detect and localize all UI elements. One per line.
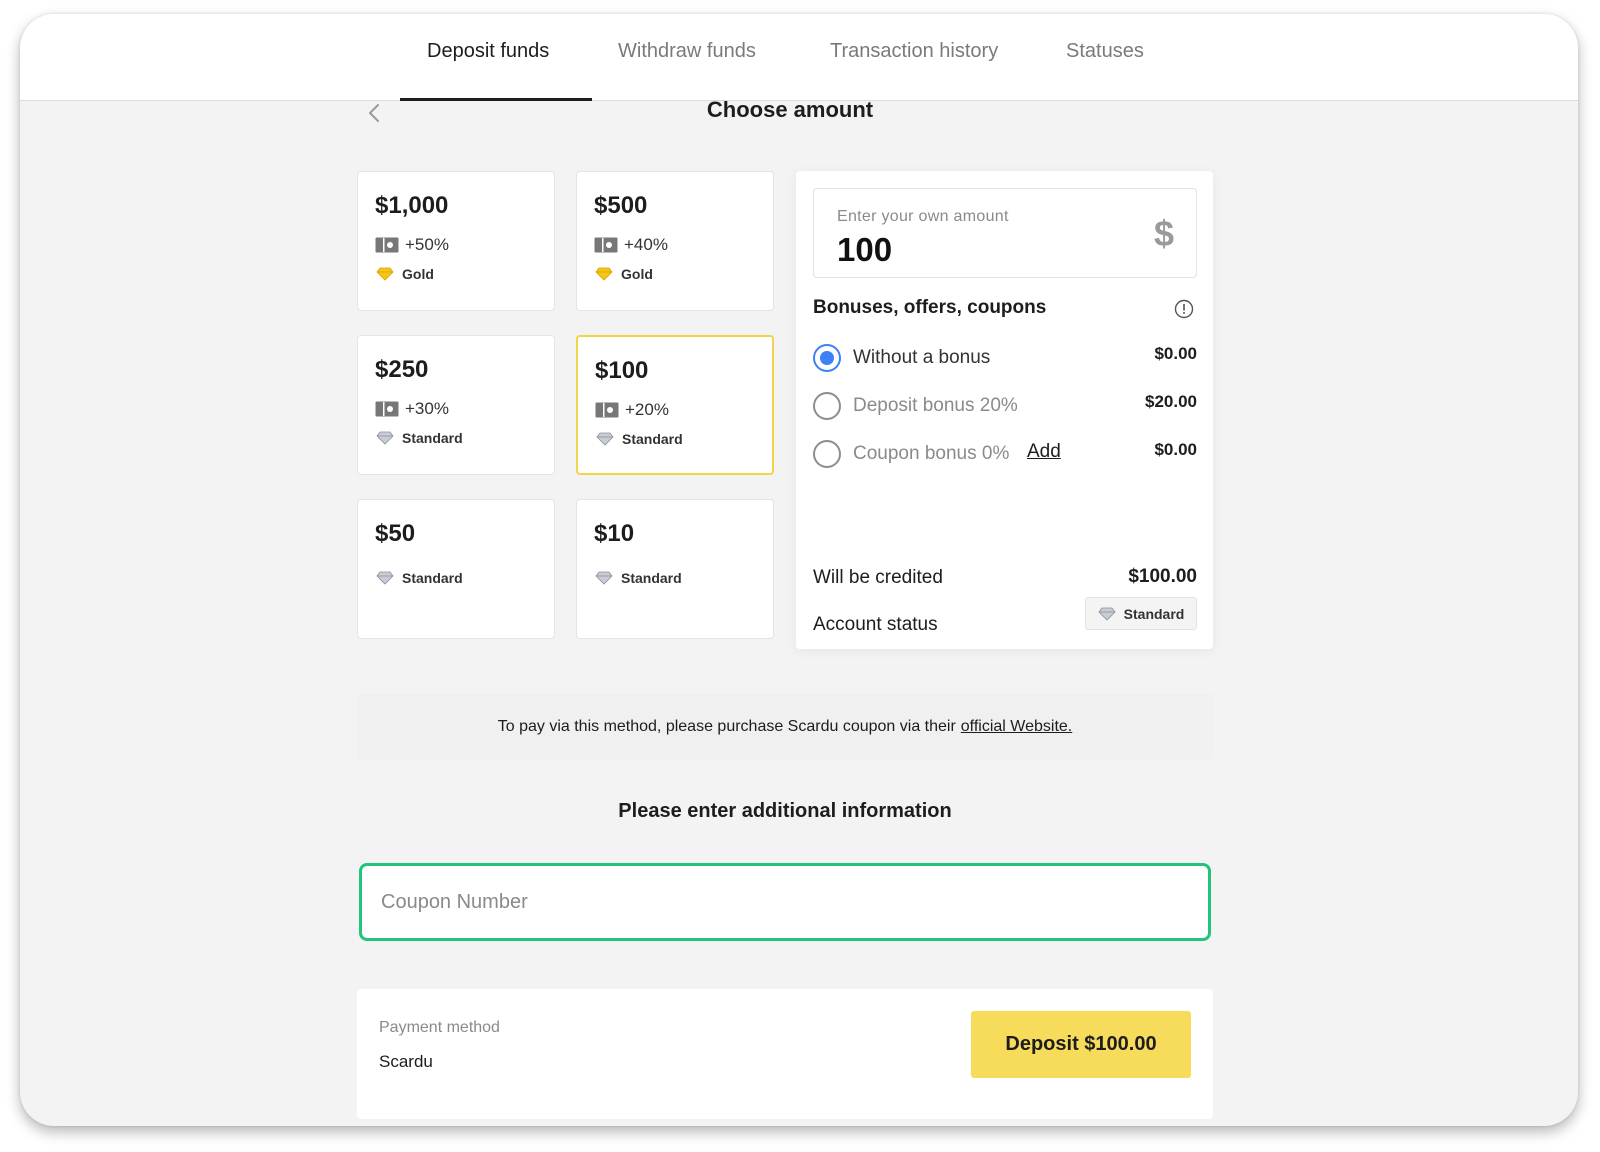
option-value: $0.00 xyxy=(1154,344,1197,363)
card-status: Standard xyxy=(595,570,682,586)
tab-withdraw-funds[interactable]: Withdraw funds xyxy=(618,40,756,63)
amount-card-100[interactable]: $100 +20% Standard xyxy=(576,335,774,475)
amount-card-10[interactable]: $10 Standard xyxy=(576,499,774,639)
option-value: $20.00 xyxy=(1145,392,1197,411)
gold-gem-icon xyxy=(595,267,613,281)
ticket-icon xyxy=(594,237,618,253)
radio-button[interactable] xyxy=(813,440,841,468)
payment-method-label: Payment method xyxy=(379,1019,500,1036)
standard-gem-icon xyxy=(1098,607,1116,621)
bonuses-title: Bonuses, offers, coupons xyxy=(813,297,1047,318)
bonus-panel: Enter your own amount 100 $ Bonuses, off… xyxy=(796,171,1213,649)
card-bonus: +20% xyxy=(595,400,669,420)
ticket-icon xyxy=(595,402,619,418)
notice-text: To pay via this method, please purchase … xyxy=(497,718,956,735)
card-amount: $500 xyxy=(594,192,648,219)
tab-bar: Deposit funds Withdraw funds Transaction… xyxy=(20,14,1578,101)
tab-deposit-funds[interactable]: Deposit funds xyxy=(427,40,549,63)
standard-gem-icon xyxy=(376,571,394,585)
deposit-window: Deposit funds Withdraw funds Transaction… xyxy=(20,14,1578,1126)
payment-notice: To pay via this method, please purchase … xyxy=(357,694,1213,760)
card-amount: $100 xyxy=(595,357,649,384)
account-status-label: Account status xyxy=(813,614,938,635)
additional-info-title: Please enter additional information xyxy=(618,800,952,822)
amount-card-250[interactable]: $250 +30% Standard xyxy=(357,335,555,475)
custom-amount-label: Enter your own amount xyxy=(837,208,1009,225)
option-deposit-bonus[interactable]: Deposit bonus 20% $20.00 xyxy=(813,390,1197,422)
standard-gem-icon xyxy=(596,432,614,446)
dollar-icon: $ xyxy=(1153,213,1174,254)
card-status: Standard xyxy=(376,430,463,446)
deposit-button[interactable]: Deposit $100.00 xyxy=(971,1011,1191,1078)
credited-label: Will be credited xyxy=(813,567,943,588)
payment-method-value: Scardu xyxy=(379,1052,433,1071)
card-bonus: +30% xyxy=(375,399,449,419)
tab-statuses[interactable]: Statuses xyxy=(1066,40,1144,63)
option-label: Coupon bonus 0% xyxy=(853,443,1010,464)
amount-card-1000[interactable]: $1,000 +50% Gold xyxy=(357,171,555,311)
card-status: Gold xyxy=(376,266,434,282)
tab-transaction-history[interactable]: Transaction history xyxy=(830,40,998,63)
card-amount: $250 xyxy=(375,356,429,383)
add-coupon-link[interactable]: Add xyxy=(1027,441,1061,463)
card-amount: $50 xyxy=(375,520,416,547)
standard-gem-icon xyxy=(595,571,613,585)
gold-gem-icon xyxy=(376,267,394,281)
standard-gem-icon xyxy=(376,431,394,445)
amount-card-500[interactable]: $500 +40% Gold xyxy=(576,171,774,311)
option-value: $0.00 xyxy=(1154,440,1197,459)
custom-amount-input[interactable]: Enter your own amount 100 $ xyxy=(813,188,1197,278)
official-website-link[interactable]: official Website. xyxy=(961,718,1072,736)
card-status: Gold xyxy=(595,266,653,282)
option-label: Without a bonus xyxy=(853,347,991,368)
custom-amount-value: 100 xyxy=(837,231,893,268)
amount-card-50[interactable]: $50 Standard xyxy=(357,499,555,639)
card-amount: $10 xyxy=(594,520,635,547)
page-title: Choose amount xyxy=(706,97,874,122)
option-label: Deposit bonus 20% xyxy=(853,395,1018,416)
card-amount: $1,000 xyxy=(375,192,449,219)
card-bonus: +40% xyxy=(594,235,668,255)
credited-value: $100.00 xyxy=(1128,566,1197,587)
card-status: Standard xyxy=(376,570,463,586)
card-status: Standard xyxy=(596,431,683,447)
option-without-bonus[interactable]: Without a bonus $0.00 xyxy=(813,342,1197,374)
info-icon[interactable] xyxy=(1174,299,1194,319)
coupon-number-input[interactable] xyxy=(359,863,1211,941)
account-status-badge: Standard xyxy=(1085,597,1197,630)
card-bonus: +50% xyxy=(375,235,449,255)
payment-bar: Payment method Scardu Deposit $100.00 xyxy=(357,989,1213,1119)
radio-button[interactable] xyxy=(813,392,841,420)
radio-button[interactable] xyxy=(813,344,841,372)
option-coupon-bonus[interactable]: Coupon bonus 0% Add $0.00 xyxy=(813,438,1197,470)
ticket-icon xyxy=(375,237,399,253)
ticket-icon xyxy=(375,401,399,417)
